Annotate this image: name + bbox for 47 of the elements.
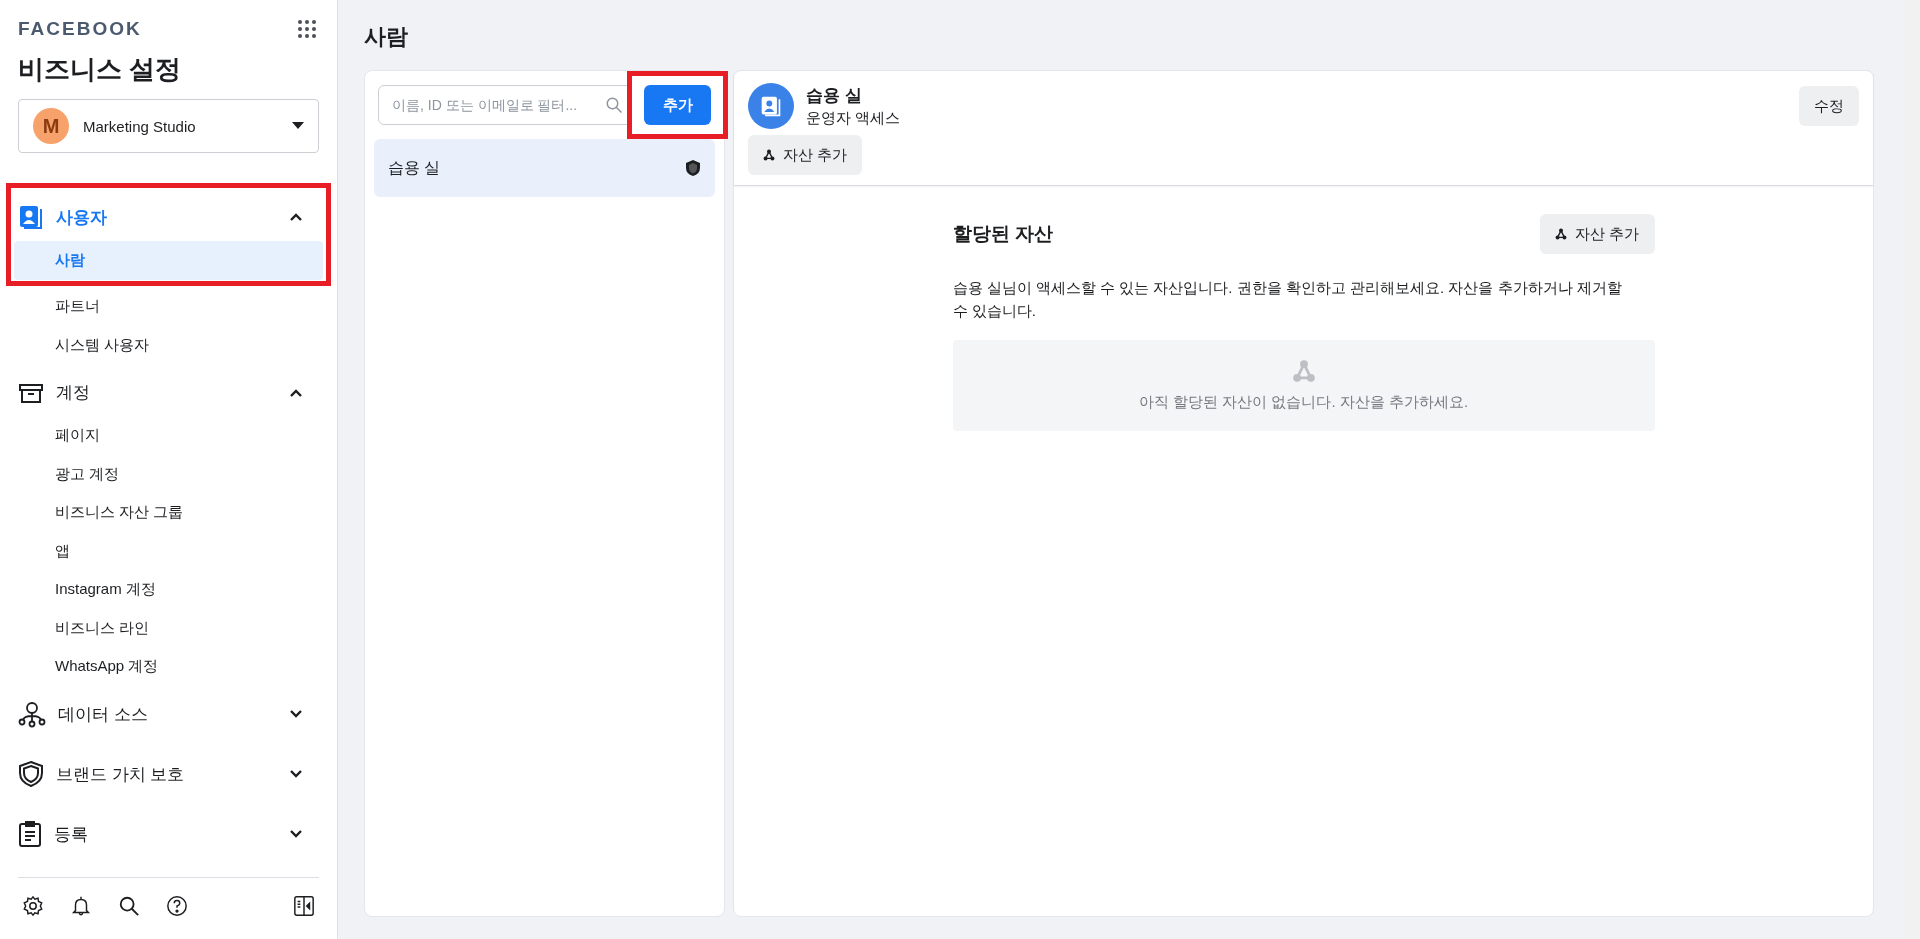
shield-icon <box>18 760 44 788</box>
nav-item[interactable]: WhatsApp 계정 <box>14 647 323 686</box>
chevron-down-icon <box>289 769 303 779</box>
nav-item[interactable]: 앱 <box>14 532 323 571</box>
description-text: 습용 실님이 액세스할 수 있는 자산입니다. 권한을 확인하고 관리해보세요. 자산을 추가하거나 제거할 수 있습니다. <box>952 278 1623 321</box>
nav-item[interactable]: 광고 계정 <box>14 455 323 494</box>
clipboard-icon <box>18 820 42 848</box>
chevron-down-icon <box>289 709 303 719</box>
caret-icon <box>292 122 304 130</box>
id-card-icon <box>18 204 44 230</box>
edit-button[interactable]: 수정 <box>1799 86 1859 126</box>
section-heading: 할당된 자산 <box>952 222 1053 246</box>
shield-icon <box>685 159 701 177</box>
nav-section[interactable]: 등록 <box>18 810 319 858</box>
search-icon <box>605 96 623 114</box>
add-button[interactable]: 추가 <box>644 85 711 125</box>
network-icon <box>18 700 46 728</box>
user-role: 운영자 액세스 <box>806 109 902 128</box>
account-dropdown[interactable]: M Marketing Studio <box>18 99 319 153</box>
nav-item[interactable]: Instagram 계정 <box>14 570 323 609</box>
brand-logo: FACEBOOK <box>18 18 142 40</box>
chevron-up-icon <box>289 387 303 398</box>
triangle-nodes-icon <box>763 149 775 161</box>
nav-item[interactable]: 사람 <box>14 241 323 280</box>
chevron-down-icon <box>289 829 303 839</box>
user-name: 습용 실 <box>806 85 863 107</box>
triangle-nodes-icon <box>1291 359 1316 383</box>
nav-section[interactable]: 계정 <box>18 368 319 417</box>
person-row[interactable]: 습용 실 <box>374 139 715 197</box>
add-asset-button[interactable]: 자산 추가 <box>748 135 863 175</box>
nav-item[interactable]: 시스템 사용자 <box>14 326 323 365</box>
nav-item[interactable]: 비즈니스 자산 그룹 <box>14 493 323 532</box>
nav-item[interactable]: 파트너 <box>14 287 323 326</box>
sidebar-title: 비즈니스 설정 <box>18 53 183 86</box>
apps-grid-icon[interactable] <box>295 17 319 41</box>
user-avatar <box>748 83 794 129</box>
account-avatar: M <box>33 108 69 144</box>
nav-section[interactable]: 브랜드 가치 보호 <box>18 750 319 798</box>
chevron-up-icon <box>289 212 303 222</box>
page-title: 사람 <box>364 23 409 51</box>
nav-item[interactable]: 페이지 <box>14 416 323 455</box>
nav-section[interactable]: 사용자 <box>18 193 319 241</box>
nav-section[interactable]: 데이터 소스 <box>18 690 319 738</box>
add-asset-button[interactable]: 자산 추가 <box>1540 214 1655 254</box>
empty-state-text: 아직 할당된 자산이 없습니다. 자산을 추가하세요. <box>1138 393 1469 412</box>
triangle-nodes-icon <box>1555 228 1568 240</box>
nav-item[interactable]: 비즈니스 라인 <box>14 609 323 648</box>
